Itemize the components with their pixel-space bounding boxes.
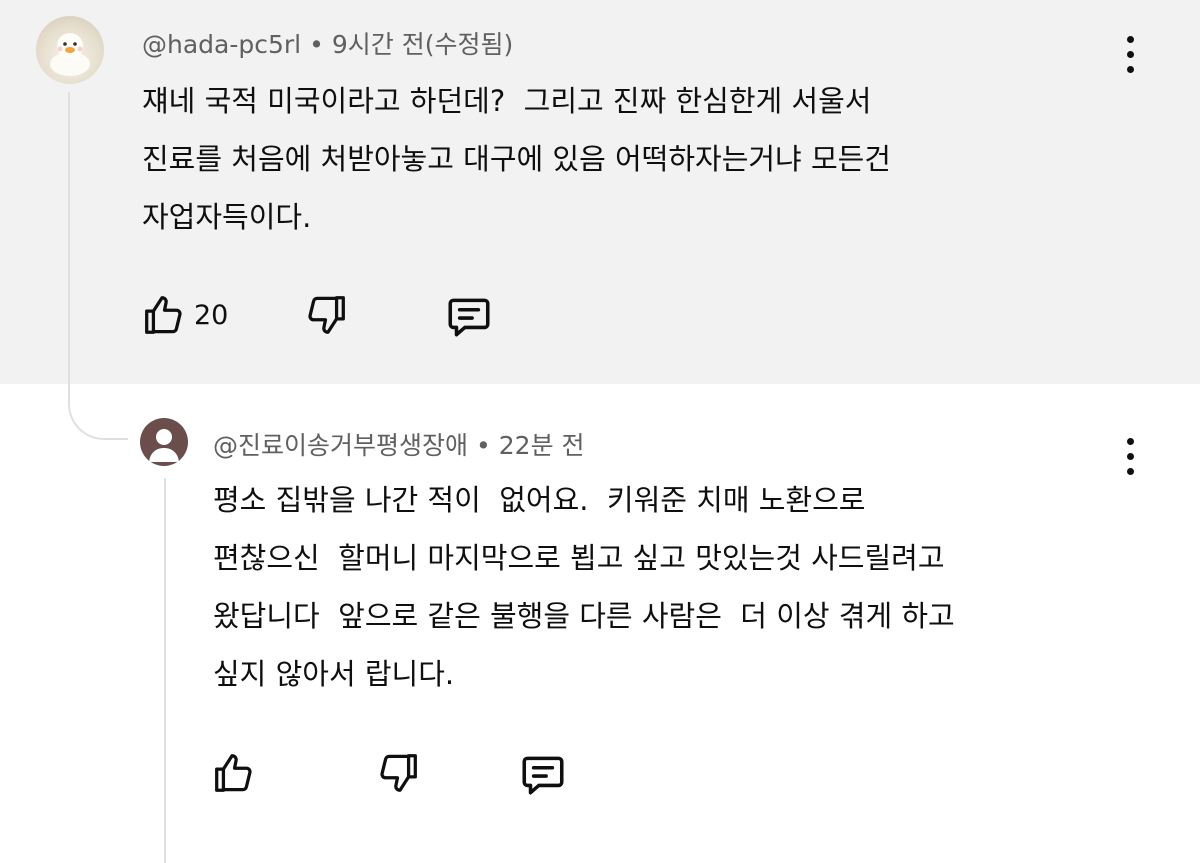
person-avatar-icon — [149, 429, 179, 462]
reply-line: 왔답니다 앞으로 같은 불행을 다른 사람은 더 이상 겪게 하고 — [213, 599, 955, 633]
meta-separator: • — [309, 30, 324, 59]
thumbs-down-icon — [308, 296, 345, 334]
reply-meta: @진료이송거부평생장애 • 22분 전 — [213, 426, 585, 462]
reply-line: 편찮으신 할머니 마지막으로 뵙고 싶고 맛있는것 사드릴려고 — [213, 541, 945, 575]
reply-icon — [448, 298, 490, 337]
more-vert-icon[interactable] — [1122, 36, 1138, 73]
thread-connector — [68, 360, 128, 440]
reply-line: 싶지 않아서 랍니다. — [213, 657, 455, 691]
avatar[interactable] — [140, 418, 188, 466]
more-vert-icon[interactable] — [1122, 438, 1138, 475]
comment-line: 자업자득이다. — [142, 200, 312, 234]
like-button[interactable]: 20 — [140, 292, 228, 338]
avatar[interactable] — [36, 16, 104, 84]
comment-meta: @hada-pc5rl • 9시간 전(수정됨) — [142, 25, 513, 61]
duck-avatar-icon — [50, 33, 90, 76]
like-count: 20 — [194, 299, 229, 331]
reply-thread-line — [164, 478, 166, 863]
comment-author[interactable]: @hada-pc5rl — [142, 30, 301, 59]
thumbs-up-icon — [215, 754, 252, 792]
reply-icon — [522, 756, 564, 795]
thread-line — [68, 92, 70, 392]
reply-line: 평소 집밖을 나간 적이 없어요. 키워준 치매 노환으로 — [213, 483, 866, 517]
reply-author[interactable]: @진료이송거부평생장애 — [213, 431, 468, 460]
comment-timestamp[interactable]: 9시간 전(수정됨) — [332, 30, 513, 59]
thumbs-up-icon — [145, 296, 182, 334]
like-button[interactable] — [210, 750, 256, 796]
meta-separator: • — [476, 431, 491, 460]
reply-text: 평소 집밖을 나간 적이 없어요. 키워준 치매 노환으로 편찮으신 할머니 마… — [213, 471, 955, 703]
thumbs-down-icon — [380, 754, 417, 792]
comment-line: 쟤네 국적 미국이라고 하던데? 그리고 진짜 한심한게 서울서 — [142, 84, 872, 118]
dislike-button[interactable] — [376, 750, 422, 796]
dislike-button[interactable] — [304, 292, 350, 338]
comment-text: 쟤네 국적 미국이라고 하던데? 그리고 진짜 한심한게 서울서 진료를 처음에… — [142, 72, 891, 246]
comment-line: 진료를 처음에 처받아놓고 대구에 있음 어떡하자는거냐 모든건 — [142, 142, 891, 176]
reply-button[interactable] — [518, 750, 568, 800]
reply-timestamp[interactable]: 22분 전 — [499, 431, 585, 460]
reply-button[interactable] — [444, 292, 494, 342]
